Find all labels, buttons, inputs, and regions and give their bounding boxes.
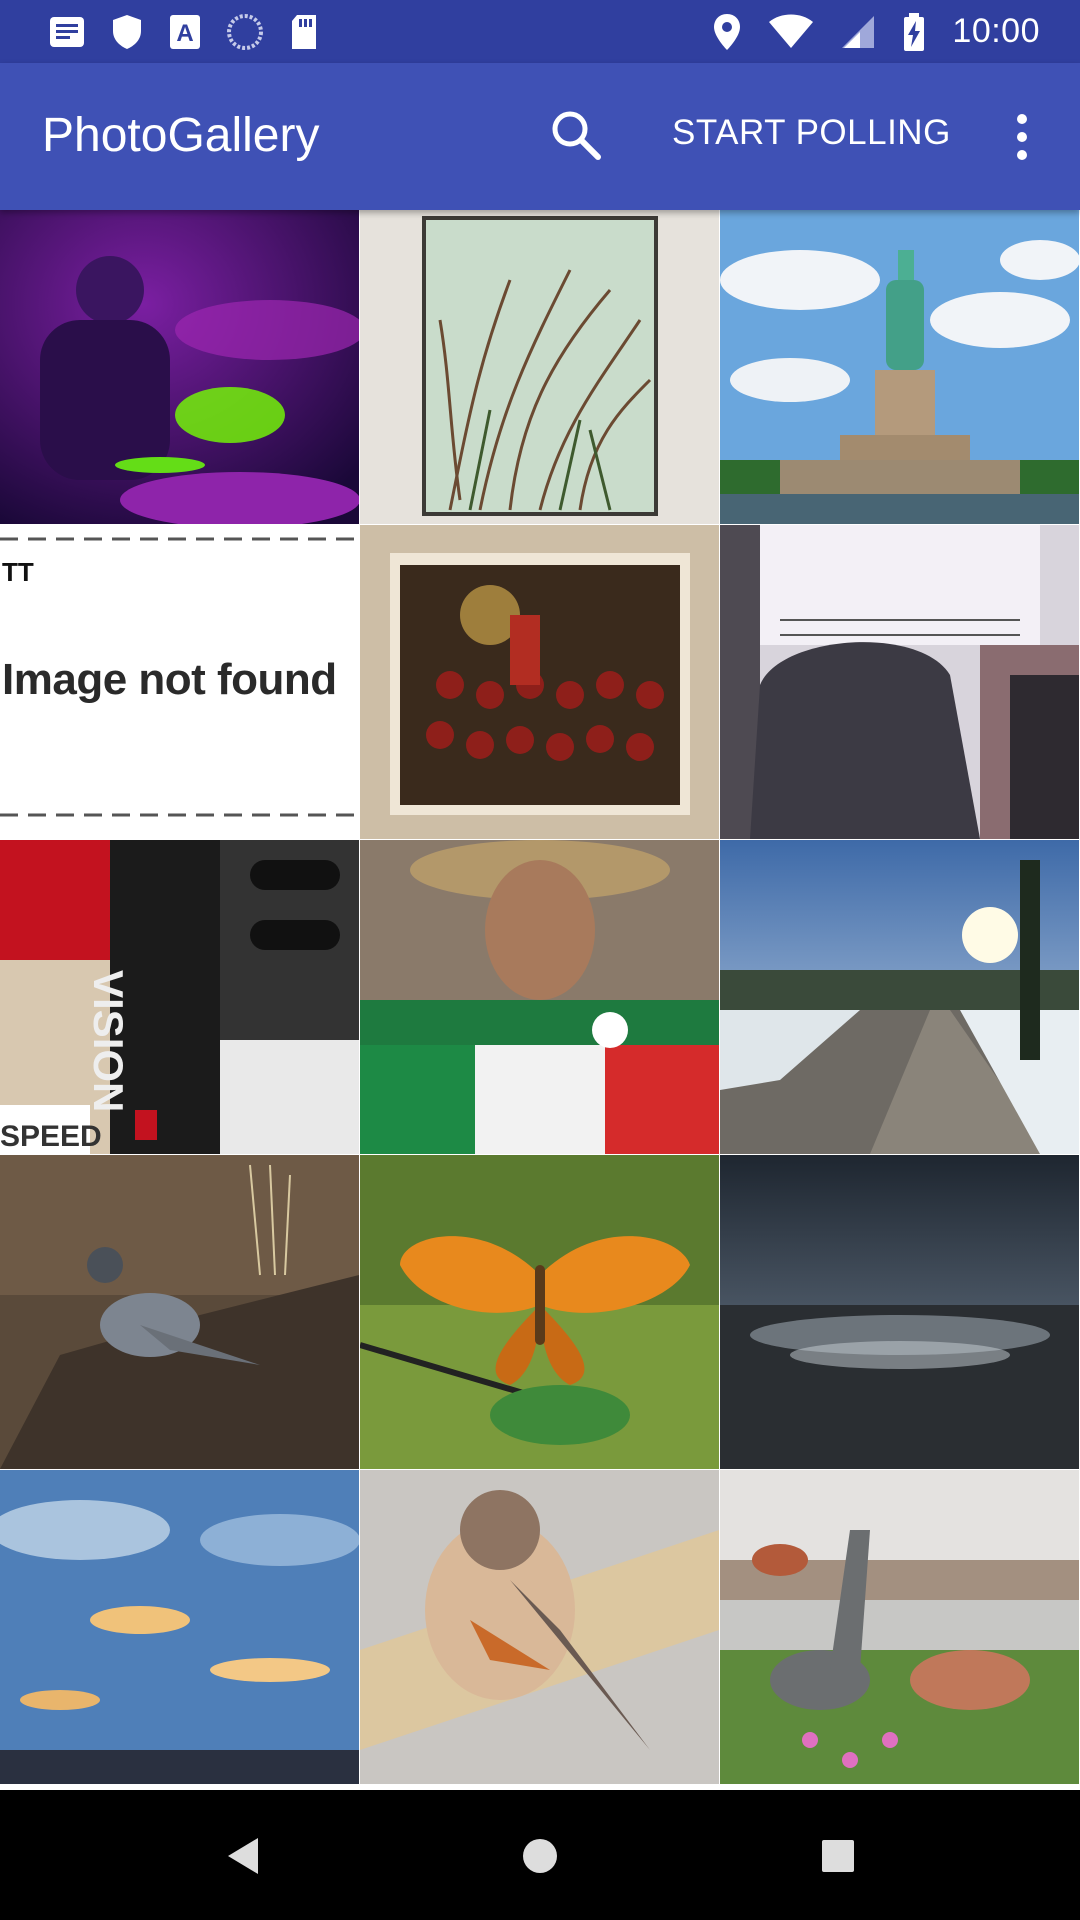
photo-snowy-road[interactable] (720, 840, 1079, 1154)
more-vert-icon (1017, 114, 1027, 160)
status-bar: A 10:00 (0, 0, 1080, 63)
image-caption-top: TT (2, 557, 34, 587)
photo-butterfly[interactable] (360, 1155, 719, 1469)
photo-painting-image (360, 525, 719, 839)
photo-painting[interactable] (360, 525, 719, 839)
image-caption-bottom: SPEED (0, 1120, 102, 1153)
photo-dinosaur-garden[interactable] (720, 1470, 1079, 1784)
recents-button[interactable] (796, 1814, 880, 1898)
navigation-bar (0, 1792, 1080, 1920)
search-icon (552, 111, 601, 160)
photo-statue-of-liberty-image (720, 210, 1079, 524)
status-system-icons: 10:00 (712, 0, 1040, 63)
image-caption: VISION (85, 970, 132, 1113)
photo-covered-car-image (720, 525, 1079, 839)
back-triangle-icon (228, 1838, 258, 1874)
photo-dinosaur-garden-image (720, 1470, 1079, 1784)
photo-grass-frame-image (360, 210, 719, 524)
photo-butterfly-image (360, 1155, 719, 1469)
battery-charging-icon (904, 12, 925, 51)
location-icon (714, 13, 741, 50)
photo-image-not-found[interactable]: TT Image not found (0, 525, 359, 839)
clock: 10:00 (952, 12, 1040, 50)
font-a-icon: A (170, 14, 200, 49)
photo-man-with-flag-image (360, 840, 719, 1154)
home-circle-icon (523, 1839, 557, 1873)
signal-icon (842, 15, 875, 48)
wifi-icon (769, 14, 814, 48)
back-button[interactable] (200, 1814, 284, 1898)
photo-snowy-road-image (720, 840, 1079, 1154)
photo-statue-of-liberty[interactable] (720, 210, 1079, 524)
photo-drummer-image (0, 210, 359, 524)
overflow-menu-button[interactable] (1000, 107, 1044, 167)
app-title: PhotoGallery (42, 109, 320, 162)
photo-falcon[interactable] (0, 1155, 359, 1469)
photo-grass-frame[interactable] (360, 210, 719, 524)
photo-grid[interactable]: TT Image not found VISION SPEED (0, 210, 1080, 1790)
photo-sea-sunset[interactable] (720, 1155, 1079, 1469)
home-button[interactable] (498, 1814, 582, 1898)
photo-drummer[interactable] (0, 210, 359, 524)
status-notification-icons: A (48, 10, 320, 53)
start-polling-button[interactable]: START POLLING (672, 113, 951, 153)
svg-text:A: A (176, 20, 193, 47)
notification-message-icon (50, 16, 84, 47)
image-caption: Image not found (2, 655, 337, 704)
sync-circle-icon (227, 13, 263, 50)
photo-man-with-flag[interactable] (360, 840, 719, 1154)
photo-falcon-image (0, 1155, 359, 1469)
photo-cloudy-sky[interactable] (0, 1470, 359, 1784)
photo-sea-sunset-image (720, 1155, 1079, 1469)
photo-cloudy-sky-image (0, 1470, 359, 1784)
photo-vision-machine[interactable]: VISION SPEED (0, 840, 359, 1154)
sd-card-icon (292, 14, 316, 49)
photo-small-bird-image (360, 1470, 719, 1784)
search-button[interactable] (546, 105, 606, 165)
photo-covered-car[interactable] (720, 525, 1079, 839)
photo-vision-machine-image (0, 840, 359, 1154)
app-bar: PhotoGallery START POLLING (0, 63, 1080, 210)
recents-square-icon (822, 1840, 854, 1872)
shield-icon (113, 14, 141, 49)
photo-small-bird[interactable] (360, 1470, 719, 1784)
